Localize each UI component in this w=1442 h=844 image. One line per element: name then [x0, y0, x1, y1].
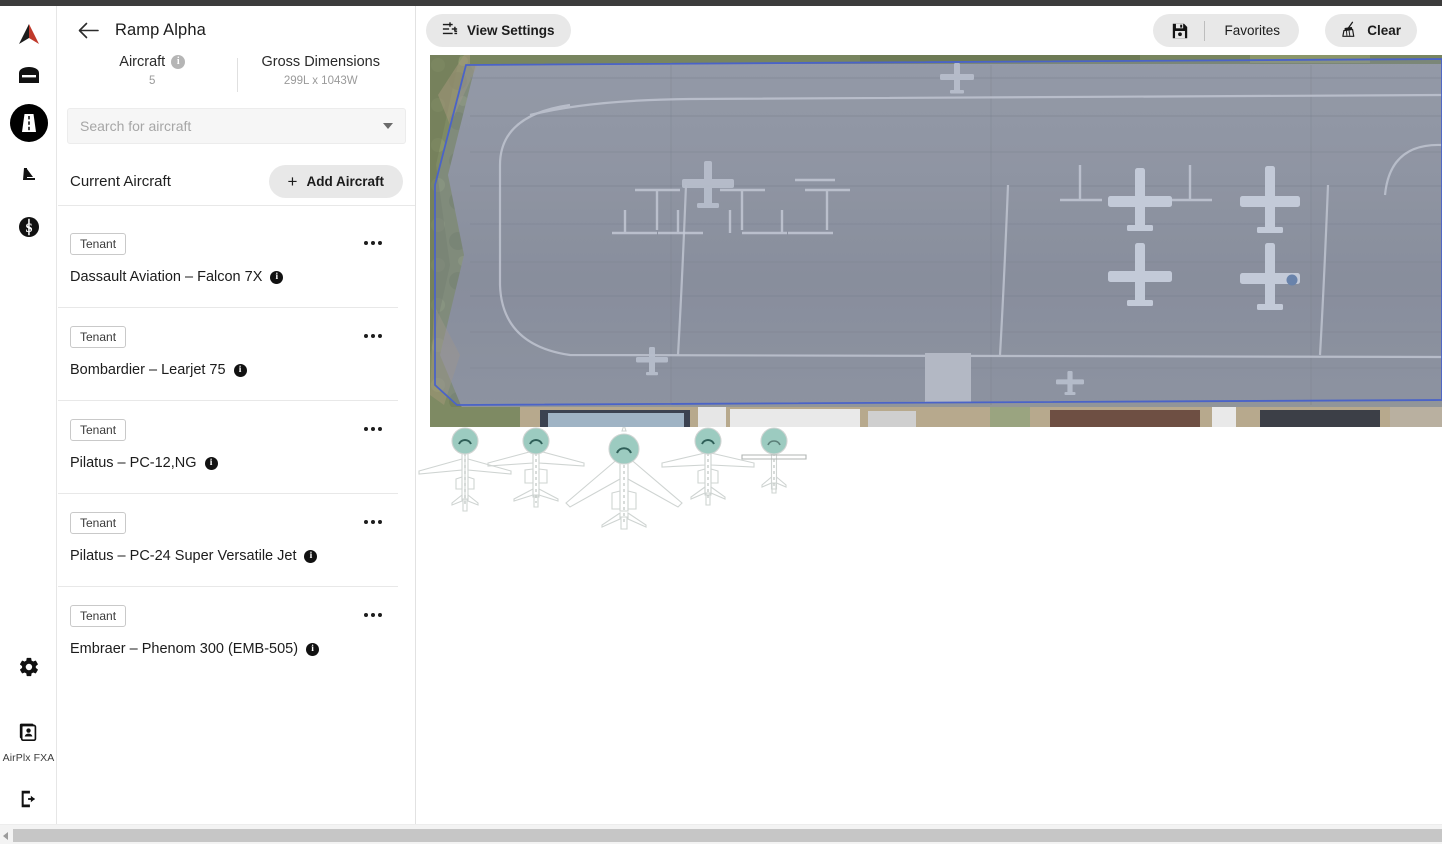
tenant-badge: Tenant	[70, 512, 127, 534]
chevron-down-icon[interactable]	[383, 123, 393, 129]
view-settings-button[interactable]: View Settings	[426, 14, 571, 47]
broom-icon	[1341, 21, 1358, 41]
left-nav-rail: S AirPlx FXA	[0, 6, 57, 824]
stat-divider	[236, 58, 238, 92]
aircraft-name: Dassault Aviation – Falcon 7X	[70, 269, 263, 285]
scroll-left-arrow-icon[interactable]	[3, 832, 8, 840]
account-label: AirPlx FXA	[2, 752, 55, 764]
aircraft-list-item[interactable]: Tenant Pilatus – PC-12,NG i	[58, 401, 398, 494]
panel-header: Ramp Alpha	[58, 6, 415, 54]
info-icon[interactable]: i	[270, 270, 284, 284]
app-root: S AirPlx FXA	[0, 0, 1442, 844]
clear-label: Clear	[1367, 23, 1401, 38]
add-aircraft-button[interactable]: + Add Aircraft	[268, 165, 403, 198]
clear-button[interactable]: Clear	[1325, 14, 1417, 47]
logo-icon[interactable]	[0, 14, 57, 56]
favorites-group: Favorites	[1153, 14, 1299, 47]
aircraft-name: Bombardier – Learjet 75	[70, 362, 226, 378]
ramp-icon	[9, 104, 48, 142]
main-content: View Settings Favorites Clear	[417, 6, 1442, 824]
current-aircraft-header: Current Aircraft + Add Aircraft	[58, 158, 415, 206]
aircraft-list-item[interactable]: Tenant Pilatus – PC-24 Super Versatile Je…	[58, 494, 398, 587]
more-options-icon[interactable]	[364, 326, 386, 338]
aircraft-list-item[interactable]: Tenant Bombardier – Learjet 75 i	[58, 308, 398, 401]
aircraft-name: Pilatus – PC-12,NG	[70, 455, 197, 471]
section-title: Current Aircraft	[70, 173, 171, 190]
info-icon[interactable]: i	[171, 55, 186, 69]
save-favorite-button[interactable]	[1153, 22, 1204, 40]
more-options-icon[interactable]	[364, 512, 386, 524]
more-options-icon[interactable]	[364, 233, 386, 245]
aircraft-list-item[interactable]: Tenant Dassault Aviation – Falcon 7X i	[58, 215, 398, 308]
info-icon[interactable]: i	[204, 456, 218, 470]
aircraft-tail-icon[interactable]	[0, 154, 57, 196]
ramp-detail-panel: Ramp Alpha Aircraft i 5 Gross Dimensions…	[58, 6, 472, 824]
floppy-disk-icon	[1173, 23, 1188, 38]
more-options-icon[interactable]	[364, 605, 386, 617]
ramp-satellite-map[interactable]	[430, 55, 1442, 427]
plus-icon: +	[287, 172, 298, 191]
map-canvas	[430, 55, 1442, 427]
info-icon[interactable]: i	[233, 363, 247, 377]
info-icon[interactable]: i	[306, 642, 320, 656]
add-aircraft-label: Add Aircraft	[306, 174, 384, 189]
placed-aircraft-layer	[417, 423, 1442, 547]
search-input[interactable]: Search for aircraft	[67, 108, 406, 144]
stat-aircraft-label: Aircraft	[119, 54, 166, 70]
tenant-badge: Tenant	[70, 326, 127, 348]
settings-gear-icon[interactable]	[0, 646, 57, 688]
logout-icon[interactable]	[0, 778, 57, 820]
page-title: Ramp Alpha	[115, 20, 206, 39]
sliders-icon	[442, 21, 458, 40]
view-settings-label: View Settings	[467, 23, 555, 38]
tenant-badge: Tenant	[70, 233, 127, 255]
horizontal-scroll-thumb[interactable]	[13, 829, 1442, 842]
aircraft-name: Pilatus – PC-24 Super Versatile Jet	[70, 548, 297, 564]
aircraft-name: Embraer – Phenom 300 (EMB-505)	[70, 641, 299, 657]
sidebar-item-ramps[interactable]	[0, 102, 57, 144]
account-card-icon[interactable]	[0, 710, 57, 752]
tenant-badge: Tenant	[70, 605, 127, 627]
search-placeholder: Search for aircraft	[80, 118, 192, 134]
stat-gross-dimensions-label: Gross Dimensions	[261, 54, 380, 70]
info-icon[interactable]: i	[304, 549, 318, 563]
hangar-icon[interactable]	[0, 54, 57, 96]
tenant-badge: Tenant	[70, 419, 127, 441]
stat-gross-dimensions: Gross Dimensions 299L x 1043W	[236, 54, 406, 108]
more-options-icon[interactable]	[364, 419, 386, 431]
stat-aircraft-value: 5	[149, 75, 156, 87]
aircraft-list[interactable]: Tenant Dassault Aviation – Falcon 7X i Tena…	[58, 215, 416, 667]
ramp-boundary-polygon	[434, 58, 1442, 406]
stat-aircraft: Aircraft i 5	[68, 54, 237, 108]
billing-icon[interactable]: S	[0, 206, 57, 248]
favorites-button[interactable]: Favorites	[1205, 23, 1299, 38]
aircraft-list-item[interactable]: Tenant Embraer – Phenom 300 (EMB-505) i	[58, 587, 398, 667]
map-toolbar: View Settings Favorites Clear	[417, 6, 1442, 54]
back-arrow-icon[interactable]	[78, 22, 99, 39]
ramp-stats: Aircraft i 5 Gross Dimensions 299L x 104…	[58, 54, 415, 108]
stat-gross-dimensions-value: 299L x 1043W	[283, 75, 358, 87]
search-wrapper: Search for aircraft	[58, 108, 415, 144]
page-horizontal-scrollbar[interactable]	[0, 824, 1442, 844]
